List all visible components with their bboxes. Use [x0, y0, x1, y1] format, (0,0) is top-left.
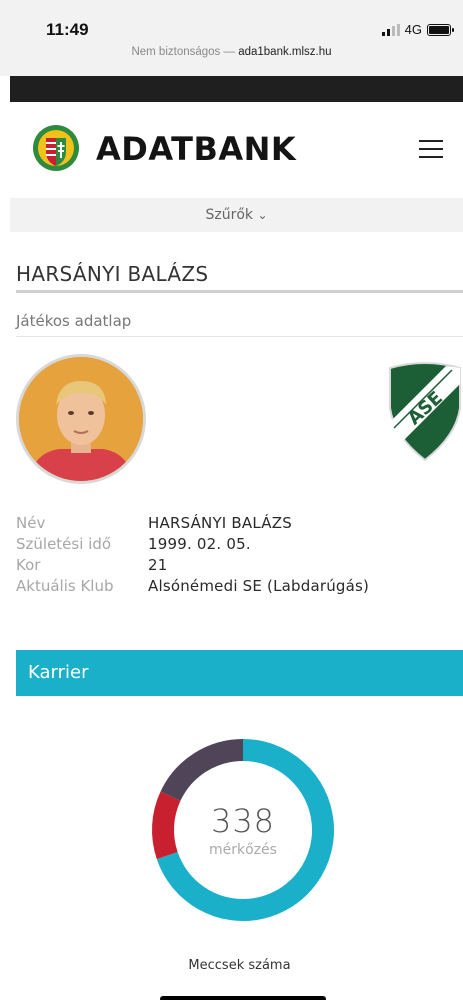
info-row-club: Aktuális Klub Alsónémedi SE (Labdarúgás)	[16, 575, 369, 596]
donut-total-label: mérkőzés	[209, 842, 277, 858]
address-bar[interactable]: Nem biztonságos — ada1bank.mlsz.hu	[0, 46, 463, 58]
subtitle-divider	[16, 336, 463, 337]
info-label: Aktuális Klub	[16, 576, 114, 595]
info-row-name: Név HARSÁNYI BALÁZS	[16, 512, 369, 533]
info-value[interactable]: Alsónémedi SE (Labdarúgás)	[148, 577, 369, 595]
status-time: 11:49	[46, 20, 89, 39]
career-section-header: Karrier	[16, 650, 463, 696]
status-bar: 11:49 4G Nem biztonságos — ada1bank.mlsz…	[0, 0, 463, 76]
info-row-birthdate: Születési idő 1999. 02. 05.	[16, 533, 369, 554]
page-subtitle: Játékos adatlap	[16, 312, 132, 330]
player-info-table: Név HARSÁNYI BALÁZS Születési idő 1999. …	[16, 512, 369, 596]
info-value: 21	[148, 555, 168, 574]
url-domain: ada1bank.mlsz.hu	[238, 46, 332, 58]
info-label: Név	[16, 513, 46, 532]
filters-label: Szűrők	[205, 207, 254, 223]
menu-icon[interactable]	[419, 140, 443, 158]
player-name-heading: HARSÁNYI BALÁZS	[16, 262, 209, 286]
info-label: Születési idő	[16, 534, 112, 553]
filters-toggle[interactable]: Szűrők ⌄	[10, 198, 463, 232]
brand-title[interactable]: ADATBANK	[96, 130, 296, 168]
site-header: ADATBANK	[10, 102, 463, 198]
status-indicators: 4G	[381, 22, 454, 37]
security-warning: Nem biztonságos —	[131, 46, 235, 58]
heading-divider	[16, 290, 463, 293]
battery-icon	[427, 23, 454, 36]
donut-total-value: 338	[210, 802, 276, 840]
info-row-age: Kor 21	[16, 554, 369, 575]
network-type: 4G	[404, 22, 422, 37]
signal-icon	[381, 23, 400, 36]
info-label: Kor	[16, 555, 41, 574]
mlsz-logo-icon[interactable]	[32, 124, 80, 172]
chevron-down-icon: ⌄	[257, 208, 268, 222]
chart-caption: Meccsek száma	[188, 958, 291, 973]
info-value: 1999. 02. 05.	[148, 534, 251, 553]
info-value: HARSÁNYI BALÁZS	[148, 513, 292, 532]
player-avatar	[16, 354, 146, 484]
club-crest-icon: ASE	[389, 362, 461, 462]
matches-donut-chart: 338 mérkőzés	[150, 737, 336, 923]
home-indicator	[160, 996, 326, 1000]
top-dark-bar	[10, 76, 463, 102]
donut-center: 338 mérkőzés	[150, 737, 336, 923]
